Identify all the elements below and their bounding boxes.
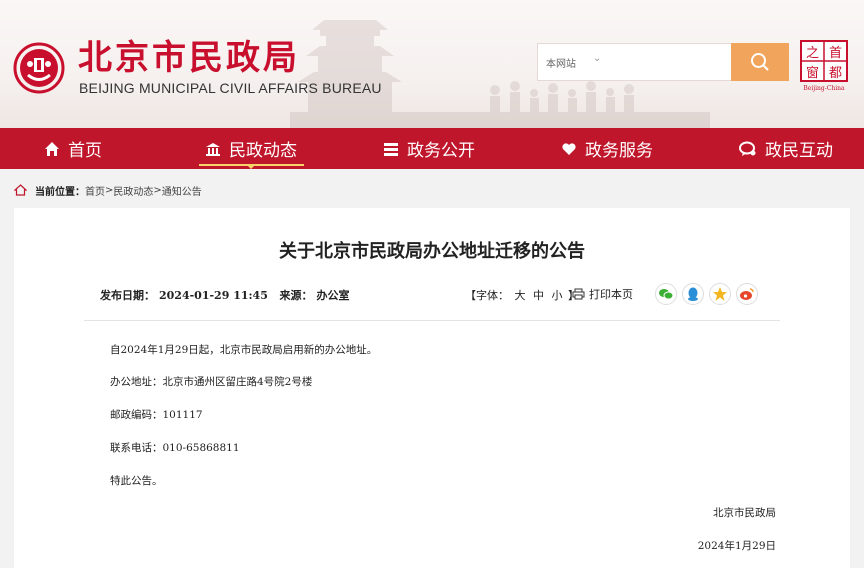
wechat-icon[interactable] <box>655 283 677 305</box>
search-icon <box>751 53 769 71</box>
chevron-down-icon[interactable]: ⌄ <box>593 53 601 64</box>
svg-text:Beijing-China: Beijing-China <box>803 85 845 92</box>
article-paragraph: 邮政编码：101117 <box>110 409 203 421</box>
heart-icon <box>561 141 577 157</box>
share-bar <box>655 283 763 305</box>
civil-affairs-emblem <box>13 42 65 94</box>
site-title: 北京市民政局 <box>78 38 300 78</box>
nav-label: 政民互动 <box>765 141 833 161</box>
capital-window-logo[interactable]: 之 首 窗 都 Beijing-China <box>800 40 848 92</box>
search-box: 本网站 ⌄ <box>537 43 789 81</box>
meta-divider <box>84 320 780 321</box>
breadcrumb-home[interactable]: 首页 <box>85 183 105 198</box>
search-scope-select[interactable]: 本网站 <box>546 55 576 70</box>
publish-date: 2024-01-29 11:45 <box>159 289 268 302</box>
site-subtitle: BEIJING MUNICIPAL CIVIL AFFAIRS BUREAU <box>79 80 382 96</box>
breadcrumb: 当前位置： 首页 > 民政动态 > 通知公告 <box>14 182 202 198</box>
article-paragraph: 联系电话：010-65868811 <box>110 442 240 454</box>
font-size-controls: 【字体： 大 中 小 】 <box>465 287 579 303</box>
article-paragraph: 特此公告。 <box>110 475 163 487</box>
font-size-large-button[interactable]: 大 <box>515 289 526 302</box>
breadcrumb-separator: > <box>105 184 114 196</box>
font-size-medium-button[interactable]: 中 <box>533 289 544 302</box>
svg-text:都: 都 <box>829 66 842 81</box>
breadcrumb-label: 当前位置： <box>35 186 85 198</box>
article-paragraph: 办公地址：北京市通州区留庄路4号院2号楼 <box>110 376 313 388</box>
svg-text:首: 首 <box>829 46 842 61</box>
search-input[interactable] <box>610 48 728 76</box>
qzone-icon[interactable] <box>709 283 731 305</box>
nav-label: 民政动态 <box>229 141 297 161</box>
nav-item-news[interactable]: 民政动态 <box>205 128 297 169</box>
breadcrumb-news[interactable]: 民政动态 <box>113 183 153 198</box>
source-label: 来源： <box>279 289 313 302</box>
main-nav: 首页 民政动态 政务公开 政务服务 政民互动 <box>0 128 864 169</box>
building-icon <box>205 141 221 157</box>
nav-item-home[interactable]: 首页 <box>44 128 102 169</box>
home-outline-icon <box>14 184 27 196</box>
printer-icon <box>572 288 585 300</box>
print-label: 打印本页 <box>589 288 633 301</box>
nav-label: 政务公开 <box>407 141 475 161</box>
source-value: 办公室 <box>316 289 350 302</box>
nav-item-affairs[interactable]: 政务公开 <box>383 128 475 169</box>
article-signature: 北京市民政局 <box>713 507 776 519</box>
breadcrumb-notices[interactable]: 通知公告 <box>162 183 202 198</box>
font-size-label: 【字体： <box>465 289 509 302</box>
weibo-icon[interactable] <box>736 283 758 305</box>
nav-label: 首页 <box>68 141 102 161</box>
nav-active-arrow <box>246 164 256 169</box>
home-icon <box>44 141 60 157</box>
qq-icon[interactable] <box>682 283 704 305</box>
article-sign-date: 2024年1月29日 <box>697 540 776 552</box>
publish-date-label: 发布日期： <box>100 289 155 302</box>
site-header: 北京市民政局 BEIJING MUNICIPAL CIVIL AFFAIRS B… <box>0 0 864 128</box>
nav-item-services[interactable]: 政务服务 <box>561 128 653 169</box>
article-title: 关于北京市民政局办公地址迁移的公告 <box>279 241 585 262</box>
nav-label: 政务服务 <box>585 141 653 161</box>
font-size-small-button[interactable]: 小 <box>552 289 563 302</box>
chat-icon <box>739 141 757 157</box>
print-button[interactable]: 打印本页 <box>572 286 633 302</box>
article-panel: 关于北京市民政局办公地址迁移的公告 发布日期： 2024-01-29 11:45 … <box>14 208 850 568</box>
article-paragraph: 自2024年1月29日起，北京市民政局启用新的办公地址。 <box>110 344 378 356</box>
article-meta: 发布日期： 2024-01-29 11:45 来源： 办公室 <box>100 287 354 303</box>
svg-text:窗: 窗 <box>806 65 819 81</box>
breadcrumb-separator: > <box>153 184 162 196</box>
document-icon <box>383 141 399 157</box>
svg-text:之: 之 <box>806 46 819 61</box>
nav-item-interaction[interactable]: 政民互动 <box>739 128 833 169</box>
search-button[interactable] <box>731 43 789 81</box>
